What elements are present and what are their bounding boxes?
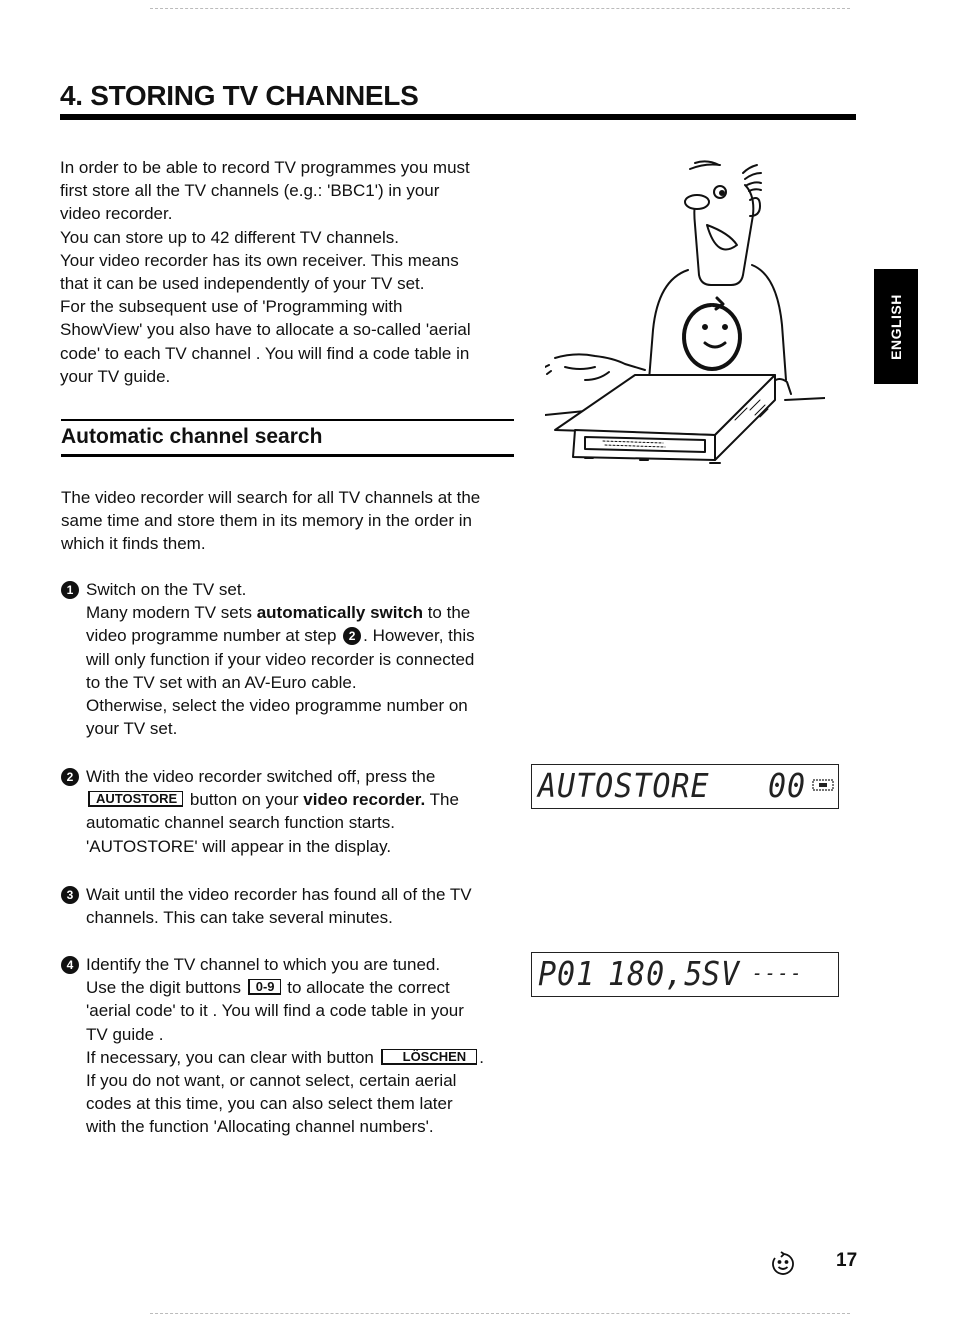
- step-text: TV guide .: [86, 1024, 164, 1044]
- page-title: 4. STORING TV CHANNELS: [60, 80, 419, 111]
- text-line: For the subsequent use of 'Programming w…: [60, 297, 403, 317]
- step-text: button on your: [185, 790, 304, 810]
- text-line: In order to be able to record TV program…: [60, 158, 470, 177]
- step-1: 1 Switch on the TV set. Many modern TV se…: [61, 578, 531, 740]
- step-text: If you do not want, or cannot select, ce…: [86, 1071, 457, 1091]
- text-line: your TV guide.: [60, 366, 171, 386]
- step-text: Switch on the TV set.: [86, 580, 247, 599]
- text-line: video recorder.: [60, 204, 173, 224]
- step-text: If necessary, you can clear with button: [86, 1047, 379, 1067]
- step-text: Use the digit buttons: [86, 978, 246, 998]
- loschen-key-label: LÖSCHEN: [380, 1048, 478, 1065]
- step-text: With the video recorder switched off, pr…: [86, 767, 436, 786]
- text-line: which it finds them.: [61, 534, 206, 554]
- section-rule-top: [61, 419, 514, 421]
- step-text: to the TV set with an AV-Euro cable.: [86, 672, 357, 692]
- emphasis-text: automatically switch: [256, 603, 423, 623]
- text-line: code' to each TV channel . You will find…: [60, 343, 470, 363]
- step-number-badge: 1: [61, 581, 79, 599]
- step-text: . However, this: [363, 626, 475, 646]
- text-line: that it can be used independently of you…: [60, 274, 425, 294]
- step-4: 4 Identify the TV channel to which you ar…: [61, 953, 531, 1139]
- cassette-icon: [812, 779, 834, 791]
- step-number-badge: 3: [61, 886, 79, 904]
- step-text: channels. This can take several minutes.: [86, 908, 393, 928]
- step-3: 3 Wait until the video recorder has found…: [61, 883, 531, 929]
- step-text: to the: [422, 603, 471, 623]
- digit-keys-label: 0-9: [247, 979, 281, 996]
- text-line: ShowView' you also have to allocate a so…: [60, 320, 471, 340]
- smiley-recycle-icon: [772, 1251, 794, 1275]
- step-text: Many modern TV sets: [86, 603, 257, 623]
- scan-artifact-bottom: [150, 1313, 850, 1315]
- title-rule: [60, 114, 856, 120]
- step-2: 2 With the video recorder switched off, p…: [61, 765, 531, 858]
- display-frequency: 180,5: [608, 955, 704, 994]
- text-line: first store all the TV channels (e.g.: '…: [60, 181, 440, 201]
- text-line: Your video recorder has its own receiver…: [60, 250, 459, 270]
- language-label: ENGLISH: [888, 293, 904, 360]
- display-programme: P01: [538, 955, 596, 994]
- text-line: You can store up to 42 different TV chan…: [60, 227, 399, 247]
- step-text: with the function 'Allocating channel nu…: [86, 1117, 434, 1137]
- step-text: Wait until the video recorder has found …: [86, 885, 472, 904]
- step-text: .: [479, 1047, 484, 1067]
- step-text: video programme number at step: [86, 626, 342, 646]
- step-text: Identify the TV channel to which you are…: [86, 955, 441, 974]
- step-text: will only function if your video recorde…: [86, 649, 475, 669]
- step-text: automatic channel search function starts…: [86, 813, 395, 833]
- step-text: The: [425, 790, 459, 810]
- text-line: same time and store them in its memory i…: [61, 511, 472, 531]
- intro-paragraph: In order to be able to record TV program…: [60, 156, 510, 388]
- text-line: The video recorder will search for all T…: [61, 488, 481, 507]
- display-counter: 00: [768, 767, 807, 806]
- display-channel: SV: [702, 955, 741, 994]
- step-text: Otherwise, select the video programme nu…: [86, 696, 468, 716]
- display-code: ----: [752, 961, 804, 986]
- step-number-badge: 4: [61, 956, 79, 974]
- section-rule-bottom: [61, 454, 514, 457]
- language-tab: ENGLISH: [874, 269, 918, 384]
- channel-display: P01 180,5 SV ----: [531, 952, 839, 997]
- man-with-video-recorder-illustration: [545, 160, 825, 464]
- step-text: to allocate the correct: [282, 978, 450, 998]
- section-intro: The video recorder will search for all T…: [61, 486, 521, 556]
- display-text: AUTOSTORE: [538, 767, 710, 806]
- step-number-badge: 2: [61, 768, 79, 786]
- step-reference-badge: 2: [343, 627, 362, 646]
- step-text: codes at this time, you can also select …: [86, 1094, 453, 1114]
- step-text: 'AUTOSTORE' will appear in the display.: [86, 836, 392, 856]
- step-text: your TV set.: [86, 719, 178, 739]
- emphasis-text: video recorder.: [303, 790, 426, 810]
- autostore-display: AUTOSTORE 00: [531, 764, 839, 809]
- section-title: Automatic channel search: [61, 425, 323, 448]
- autostore-key-label: AUTOSTORE: [88, 791, 184, 808]
- step-text: 'aerial code' to it . You will find a co…: [86, 1001, 464, 1021]
- page-number: 17: [836, 1250, 858, 1271]
- scan-artifact-top: [150, 8, 850, 10]
